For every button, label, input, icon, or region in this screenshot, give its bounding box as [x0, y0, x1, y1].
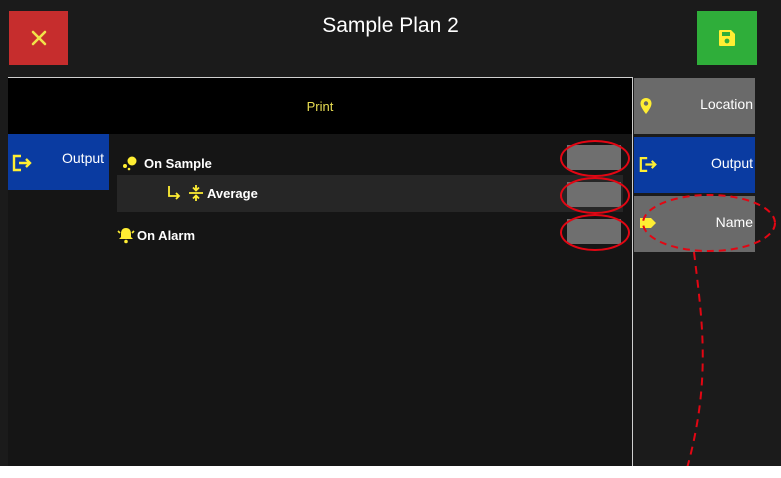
bottom-margin: [0, 466, 781, 478]
dashed-pointer-line: [685, 251, 704, 473]
annotation-overlay: [642, 194, 776, 473]
name-button-highlight-dashed: [642, 194, 776, 252]
